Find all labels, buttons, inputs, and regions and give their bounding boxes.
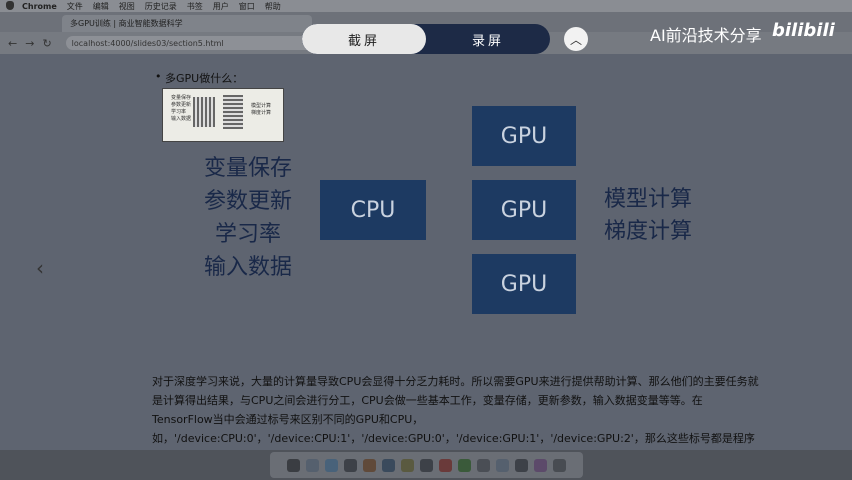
app-icon[interactable] [362, 458, 376, 472]
apple-icon[interactable] [6, 1, 14, 10]
menu-app-name[interactable]: Chrome [22, 2, 57, 11]
screenshot-button[interactable]: 截屏 [302, 24, 426, 54]
record-button[interactable]: 录屏 [426, 24, 550, 54]
app-icon[interactable] [381, 458, 395, 472]
tab-title: 多GPU训练 | 商业智能数据科学 [70, 19, 183, 28]
safari-icon[interactable] [324, 458, 338, 472]
chevron-up-icon[interactable]: ︿ [564, 27, 588, 51]
thumb-graphic [223, 95, 243, 129]
task-item: 学习率 [214, 222, 281, 247]
menu-window[interactable]: 窗口 [239, 1, 255, 12]
mac-dock [0, 450, 852, 480]
finder-icon[interactable] [286, 458, 300, 472]
forward-icon[interactable]: → [25, 37, 34, 50]
app-icon[interactable] [438, 458, 452, 472]
cpu-box: CPU [320, 180, 426, 240]
back-icon[interactable]: ← [8, 37, 17, 50]
menu-bookmarks[interactable]: 书签 [187, 1, 203, 12]
gpu-box: GPU [472, 106, 576, 166]
app-icon[interactable] [419, 458, 433, 472]
menu-view[interactable]: 视图 [119, 1, 135, 12]
menu-history[interactable]: 历史记录 [145, 1, 177, 12]
dock-tray [269, 452, 583, 478]
cpu-task-list: 变量保存 参数更新 学习率 输入数据 [180, 152, 316, 284]
slide-thumbnail: 变量保存 参数更新 学习率 输入数据 模型计算 梯度计算 [162, 88, 284, 142]
menu-file[interactable]: 文件 [67, 1, 83, 12]
reload-icon[interactable]: ↻ [42, 37, 51, 50]
app-icon[interactable] [514, 458, 528, 472]
task-item: 参数更新 [203, 189, 292, 214]
thumb-left-text: 变量保存 参数更新 学习率 输入数据 [171, 95, 192, 122]
trash-icon[interactable] [552, 458, 566, 472]
app-icon[interactable] [495, 458, 509, 472]
watermark-text: AI前沿技术分享 [650, 26, 762, 45]
slide-bullet: 多GPU做什么： [155, 70, 243, 86]
app-icon[interactable] [533, 458, 547, 472]
thumb-graphic [193, 97, 215, 127]
launchpad-icon[interactable] [305, 458, 319, 472]
app-icon[interactable] [400, 458, 414, 472]
thumb-right-text: 模型计算 梯度计算 [251, 103, 272, 116]
app-icon[interactable] [476, 458, 490, 472]
mac-menubar: Chrome 文件 编辑 视图 历史记录 书签 用户 窗口 帮助 [0, 0, 852, 12]
gpu-task-list: 模型计算 梯度计算 [604, 184, 692, 248]
app-icon[interactable] [457, 458, 471, 472]
browser-tab[interactable]: 多GPU训练 | 商业智能数据科学 [62, 15, 312, 32]
task-item: 梯度计算 [604, 219, 693, 244]
gpu-box: GPU [472, 254, 576, 314]
url-field[interactable]: localhost:4000/slides03/section5.html [65, 36, 326, 50]
capture-toggle: 截屏 录屏 [302, 24, 550, 54]
gpu-box: GPU [472, 180, 576, 240]
chevron-left-icon[interactable]: ‹ [36, 256, 44, 280]
url-text: localhost:4000/slides03/section5.html [71, 38, 224, 48]
task-item: 模型计算 [604, 187, 693, 212]
bilibili-logo: bilibili [772, 20, 835, 41]
menu-help[interactable]: 帮助 [265, 1, 281, 12]
menu-edit[interactable]: 编辑 [93, 1, 109, 12]
slide-content: 多GPU做什么： 变量保存 参数更新 学习率 输入数据 模型计算 梯度计算 变量… [0, 54, 852, 464]
task-item: 输入数据 [203, 255, 292, 280]
menu-people[interactable]: 用户 [213, 1, 229, 12]
app-icon[interactable] [343, 458, 357, 472]
task-item: 变量保存 [203, 156, 292, 181]
